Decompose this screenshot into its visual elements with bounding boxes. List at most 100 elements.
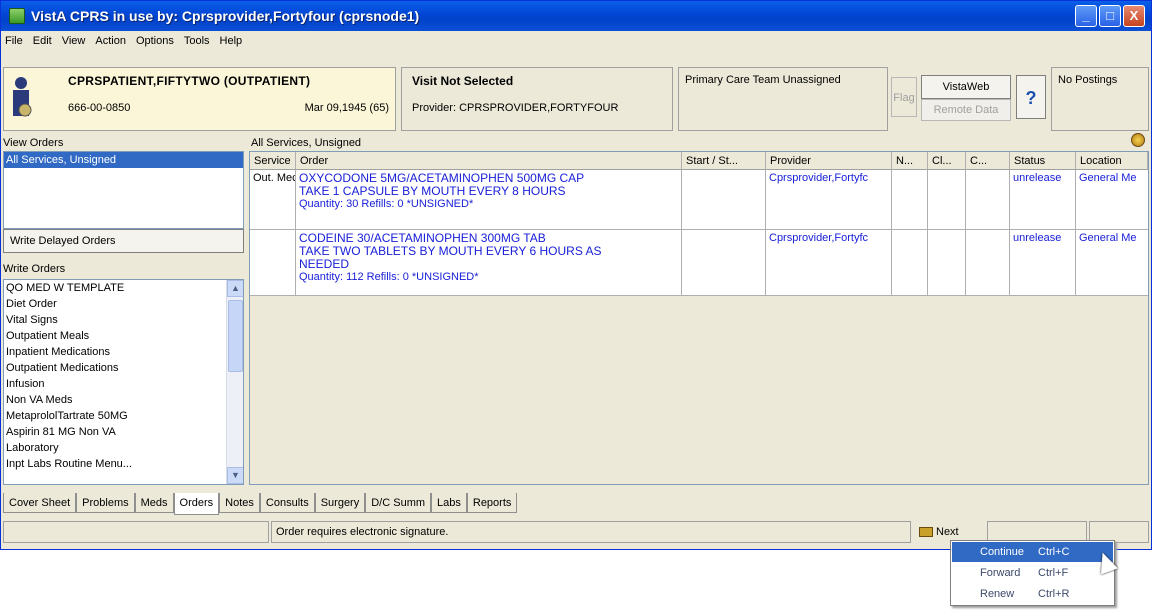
menu-view[interactable]: View (62, 35, 86, 47)
menu-edit[interactable]: Edit (33, 35, 52, 47)
app-icon (9, 8, 25, 24)
tab-cover-sheet[interactable]: Cover Sheet (3, 493, 77, 513)
order-line: NEEDED (299, 257, 350, 271)
scroll-down-icon[interactable]: ▼ (227, 467, 243, 484)
col-nurse[interactable]: N... (892, 152, 928, 170)
list-item[interactable]: Infusion (4, 376, 243, 392)
menu-options[interactable]: Options (136, 35, 174, 47)
list-item[interactable]: Outpatient Medications (4, 360, 243, 376)
close-button[interactable]: X (1123, 5, 1145, 27)
menu-item-shortcut: Ctrl+C (1038, 546, 1070, 558)
flag-button[interactable]: Flag (891, 77, 917, 117)
menu-item-forward[interactable]: Forward Ctrl+F (952, 563, 1113, 583)
menu-tools[interactable]: Tools (184, 35, 210, 47)
view-orders-label: View Orders (3, 137, 64, 149)
order-line: TAKE 1 CAPSULE BY MOUTH EVERY 8 HOURS (299, 184, 566, 198)
patient-info-box[interactable]: CPRSPATIENT,FIFTYTWO (OUTPATIENT) 666-00… (3, 67, 396, 131)
list-item[interactable]: MetaprololTartrate 50MG (4, 408, 243, 424)
list-item[interactable]: Inpatient Medications (4, 344, 243, 360)
menu-item-label: Continue (980, 546, 1025, 558)
menu-help[interactable]: Help (220, 35, 243, 47)
write-orders-label: Write Orders (3, 263, 66, 275)
tab-consults[interactable]: Consults (259, 493, 315, 513)
list-item[interactable]: Inpt Labs Routine Menu... (4, 456, 243, 472)
menu-item-renew[interactable]: Renew Ctrl+R (952, 584, 1113, 604)
col-status[interactable]: Status (1010, 152, 1076, 170)
postings-text: No Postings (1058, 74, 1118, 86)
tab-reports[interactable]: Reports (466, 493, 518, 513)
order-cell: OXYCODONE 5MG/ACETAMINOPHEN 500MG CAP TA… (296, 170, 682, 229)
menu-item-shortcut: Ctrl+R (1038, 588, 1070, 600)
write-delayed-orders-button[interactable]: Write Delayed Orders (3, 229, 244, 253)
write-orders-scrollbar[interactable]: ▲ ▼ (226, 280, 243, 484)
tab-dc-summ[interactable]: D/C Summ (365, 493, 432, 513)
list-item[interactable]: Non VA Meds (4, 392, 243, 408)
next-label: Next (936, 526, 959, 538)
tab-labs[interactable]: Labs (431, 493, 467, 513)
team-text: Primary Care Team Unassigned (685, 74, 841, 86)
order-clerk (928, 170, 966, 229)
menu-bar: File Edit View Action Options Tools Help (1, 31, 1151, 51)
list-item[interactable]: QO MED W TEMPLATE (4, 280, 243, 296)
orders-grid[interactable]: Service Order Start / St... Provider N..… (249, 151, 1149, 485)
list-item[interactable]: Outpatient Meals (4, 328, 243, 344)
menu-action[interactable]: Action (95, 35, 126, 47)
list-item[interactable]: Vital Signs (4, 312, 243, 328)
menu-item-continue[interactable]: Continue Ctrl+C (952, 542, 1113, 562)
col-location[interactable]: Location (1076, 152, 1148, 170)
menu-file[interactable]: File (5, 35, 23, 47)
vistaweb-button[interactable]: VistaWeb (921, 75, 1011, 99)
tab-problems[interactable]: Problems (76, 493, 135, 513)
next-button[interactable]: Next (919, 523, 959, 541)
col-provider[interactable]: Provider (766, 152, 892, 170)
tab-meds[interactable]: Meds (134, 493, 174, 513)
menu-item-shortcut: Ctrl+F (1038, 567, 1069, 579)
order-provider: Cprsprovider,Fortyfc (766, 230, 892, 295)
table-row[interactable]: CODEINE 30/ACETAMINOPHEN 300MG TAB TAKE … (250, 230, 1148, 296)
list-item[interactable]: Diet Order (4, 296, 243, 312)
refresh-icon[interactable] (1131, 133, 1145, 147)
order-start (682, 230, 766, 295)
patient-dob: Mar 09,1945 (65) (304, 102, 389, 114)
scroll-up-icon[interactable]: ▲ (227, 280, 243, 297)
write-orders-list[interactable]: QO MED W TEMPLATE Diet Order Vital Signs… (3, 279, 244, 485)
window-title: VistA CPRS in use by: Cprsprovider,Forty… (31, 8, 420, 24)
col-order[interactable]: Order (296, 152, 682, 170)
list-item[interactable]: Laboratory (4, 440, 243, 456)
order-location: General Me (1079, 232, 1137, 244)
order-clerk (928, 230, 966, 295)
view-orders-list[interactable]: All Services, Unsigned (3, 151, 244, 229)
view-orders-item[interactable]: All Services, Unsigned (4, 152, 243, 168)
title-bar[interactable]: VistA CPRS in use by: Cprsprovider,Forty… (1, 1, 1151, 31)
postings-box[interactable]: No Postings (1051, 67, 1149, 131)
order-start (682, 170, 766, 229)
next-arrow-icon (919, 527, 933, 538)
order-status: unreleasе (1010, 230, 1076, 295)
visit-box[interactable]: Visit Not Selected Provider: CPRSPROVIDE… (401, 67, 673, 131)
team-box[interactable]: Primary Care Team Unassigned (678, 67, 888, 131)
tab-strip: Cover Sheet Problems Meds Orders Notes C… (3, 493, 1149, 515)
visit-title: Visit Not Selected (412, 74, 514, 88)
tab-surgery[interactable]: Surgery (314, 493, 366, 513)
orders-header-row: Service Order Start / St... Provider N..… (250, 152, 1148, 170)
order-nurse (892, 230, 928, 295)
scroll-thumb[interactable] (228, 300, 243, 372)
remote-data-button[interactable]: Remote Data (921, 99, 1011, 121)
list-item[interactable]: Aspirin 81 MG Non VA (4, 424, 243, 440)
col-clerk[interactable]: Cl... (928, 152, 966, 170)
col-chart[interactable]: C... (966, 152, 1010, 170)
tab-notes[interactable]: Notes (219, 493, 260, 513)
order-provider: Cprsprovider,Fortyfc (766, 170, 892, 229)
col-start-stop[interactable]: Start / St... (682, 152, 766, 170)
minimize-button[interactable]: _ (1075, 5, 1097, 27)
order-quantity: Quantity: 112 Refills: 0 *UNSIGNED* (299, 271, 479, 283)
patient-ssn: 666-00-0850 (68, 102, 131, 114)
order-chart (966, 170, 1010, 229)
table-row[interactable]: Out. Mec OXYCODONE 5MG/ACETAMINOPHEN 500… (250, 170, 1148, 230)
order-location: General Me (1079, 172, 1137, 184)
order-service (250, 230, 296, 295)
tab-orders[interactable]: Orders (173, 493, 220, 515)
col-service[interactable]: Service (250, 152, 296, 170)
help-icon[interactable]: ? (1016, 75, 1046, 119)
maximize-button[interactable]: □ (1099, 5, 1121, 27)
